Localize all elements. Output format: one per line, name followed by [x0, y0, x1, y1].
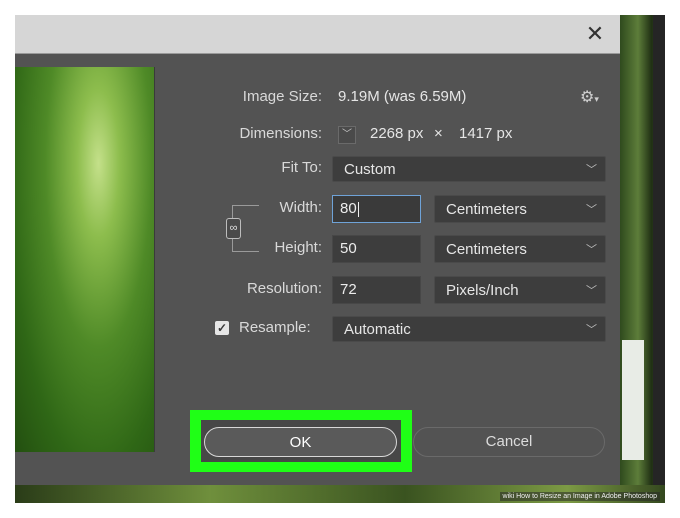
resolution-unit-dropdown[interactable]: Pixels/Inch ﹀ [434, 276, 606, 304]
background-dark-strip [653, 15, 665, 503]
dialog-titlebar: ✕ [15, 15, 620, 54]
image-size-label: Image Size: [242, 88, 322, 105]
width-unit-dropdown[interactable]: Centimeters ﹀ [434, 195, 606, 223]
resolution-unit-value: Pixels/Inch [446, 282, 519, 299]
image-size-value: 9.19M (was 6.59M) [338, 88, 467, 105]
dimensions-height-value: 1417 px [459, 125, 513, 142]
width-unit-value: Centimeters [446, 201, 527, 218]
chevron-down-icon: ﹀ [586, 164, 597, 176]
resolution-input[interactable]: 72 [332, 276, 421, 304]
width-input[interactable]: 80 [332, 195, 421, 223]
chevron-down-icon: ﹀ [586, 324, 597, 336]
height-unit-dropdown[interactable]: Centimeters ﹀ [434, 235, 606, 263]
background-white-block [622, 340, 644, 460]
resample-value: Automatic [344, 321, 411, 338]
close-icon[interactable]: ✕ [584, 23, 606, 45]
background-photo-right [620, 15, 665, 503]
width-input-value: 80 [340, 200, 357, 217]
screenshot-frame: ✕ Image Size: 9.19M (was 6.59M) ⚙▾ Dimen… [15, 15, 665, 503]
dimensions-unit-chevron-icon[interactable]: ﹀ [338, 126, 356, 144]
height-unit-value: Centimeters [446, 241, 527, 258]
chevron-down-icon: ﹀ [586, 285, 597, 297]
height-input[interactable]: 50 [332, 235, 421, 263]
resolution-input-value: 72 [340, 281, 357, 298]
cancel-button[interactable]: Cancel [413, 427, 605, 457]
width-label: Width: [279, 199, 322, 216]
chevron-down-icon: ﹀ [586, 244, 597, 256]
ok-button[interactable]: OK [204, 427, 397, 457]
fit-to-dropdown[interactable]: Custom ﹀ [332, 156, 606, 182]
height-input-value: 50 [340, 240, 357, 257]
resample-label: Resample: [239, 319, 311, 336]
fit-to-value: Custom [344, 161, 396, 178]
watermark: wiki How to Resize an Image in Adobe Pho… [499, 492, 660, 501]
resample-dropdown[interactable]: Automatic ﹀ [332, 316, 606, 342]
image-size-dialog: ✕ Image Size: 9.19M (was 6.59M) ⚙▾ Dimen… [15, 15, 620, 485]
fit-to-label: Fit To: [281, 159, 322, 176]
dimensions-times-sign: × [434, 125, 443, 142]
image-preview[interactable] [15, 67, 155, 452]
resample-checkbox[interactable]: ✓ [215, 321, 229, 335]
height-label: Height: [274, 239, 322, 256]
chevron-down-icon: ▾ [594, 94, 599, 104]
chevron-down-icon: ﹀ [586, 204, 597, 216]
resolution-label: Resolution: [246, 280, 322, 297]
dimensions-label: Dimensions: [239, 125, 322, 142]
dimensions-width-value: 2268 px [370, 125, 424, 142]
text-cursor [357, 201, 359, 217]
chain-link-icon[interactable]: ∞ [226, 218, 241, 239]
gear-icon[interactable]: ⚙▾ [580, 87, 599, 107]
